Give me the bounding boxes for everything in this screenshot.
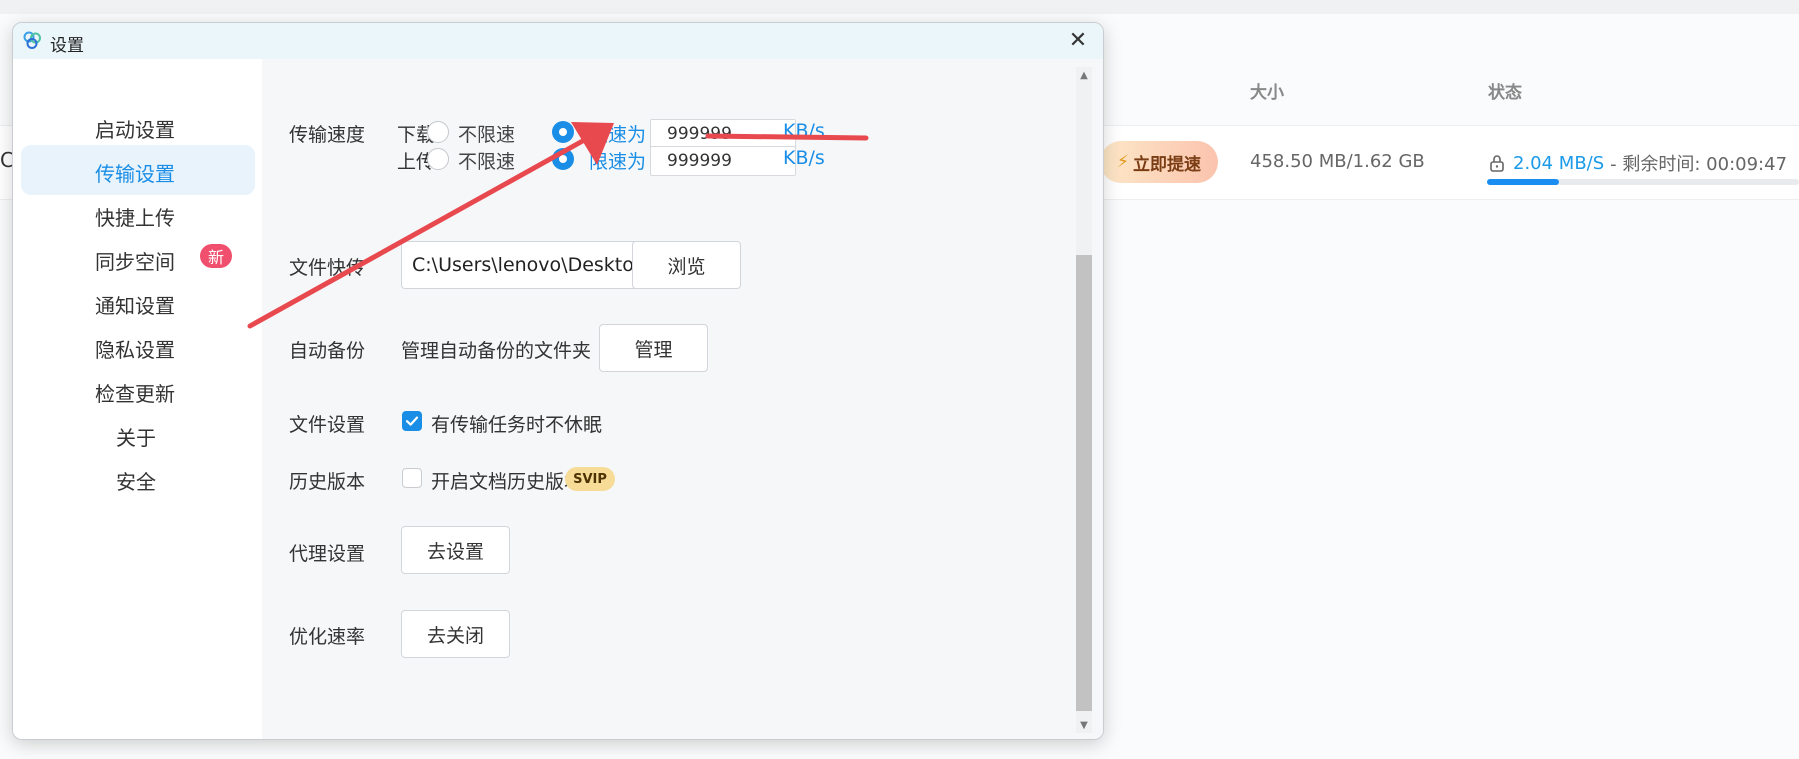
optimize-rate-label: 优化速率: [289, 626, 366, 648]
scroll-up-arrow-icon[interactable]: ▲: [1076, 67, 1092, 83]
optimize-rate-button[interactable]: 去关闭: [401, 610, 510, 658]
proxy-settings-label: 代理设置: [289, 543, 366, 565]
history-version-checkbox[interactable]: [402, 468, 422, 488]
transfer-status: 2.04 MB/S - 剩余时间: 00:09:47: [1487, 150, 1787, 176]
nav-item-notification[interactable]: 通知设置: [21, 277, 255, 327]
new-badge: 新: [200, 244, 232, 268]
download-limit-label[interactable]: 限速为: [589, 120, 646, 147]
background-top-strip: [0, 0, 1799, 14]
nav-item-privacy[interactable]: 隐私设置: [21, 321, 255, 371]
check-icon: [405, 416, 419, 426]
manage-backup-button[interactable]: 管理: [599, 324, 708, 372]
nav-item-label: 启动设置: [95, 118, 175, 142]
transfer-progress-fill: [1487, 179, 1559, 185]
transfer-speed-label: 传输速度: [289, 124, 366, 146]
lock-icon: [1490, 155, 1504, 172]
svip-badge: SVIP: [565, 467, 615, 491]
upload-limit-radio[interactable]: [552, 148, 574, 170]
nav-item-startup[interactable]: 启动设置: [21, 101, 255, 151]
history-version-enable-label[interactable]: 开启文档历史版本: [431, 467, 583, 494]
download-unit-label: KB/s: [783, 120, 825, 142]
nav-item-label: 同步空间: [95, 250, 175, 274]
nav-item-label: 关于: [116, 426, 156, 450]
file-settings-label: 文件设置: [289, 414, 366, 436]
column-header-status[interactable]: 状态: [1488, 78, 1522, 103]
dialog-title: 设置: [50, 36, 84, 56]
content-scrollbar[interactable]: ▲ ▼: [1064, 59, 1103, 739]
close-button[interactable]: ✕: [1065, 27, 1091, 53]
auto-backup-desc: 管理自动备份的文件夹: [401, 340, 592, 362]
settings-dialog: 设置 ✕ 启动设置 传输设置 快捷上传 同步空间 新 通知设置 隐私设置 检查更…: [12, 22, 1104, 740]
no-sleep-label[interactable]: 有传输任务时不休眠: [431, 410, 602, 437]
nav-item-transfer[interactable]: 传输设置: [21, 145, 255, 195]
proxy-settings-button[interactable]: 去设置: [401, 526, 510, 574]
no-sleep-checkbox[interactable]: [402, 411, 422, 431]
nav-item-sync-space[interactable]: 同步空间 新: [21, 233, 255, 283]
download-limit-radio[interactable]: [552, 121, 574, 143]
boost-now-label: 立即提速: [1132, 154, 1201, 175]
nav-item-label: 隐私设置: [95, 338, 175, 362]
upload-unlimited-label[interactable]: 不限速: [458, 147, 515, 174]
nav-item-label: 通知设置: [95, 294, 175, 318]
boost-now-button[interactable]: ⚡ 立即提速: [1100, 141, 1218, 183]
transfer-size: 458.50 MB/1.62 GB: [1250, 151, 1425, 172]
column-header-size[interactable]: 大小: [1250, 78, 1284, 103]
file-quick-label: 文件快传: [289, 257, 366, 279]
upload-unit-label: KB/s: [783, 147, 825, 169]
nav-item-label: 安全: [116, 470, 156, 494]
transfer-progress-bar: [1487, 179, 1799, 185]
nav-item-label: 快捷上传: [95, 206, 175, 230]
download-unlimited-label[interactable]: 不限速: [458, 120, 515, 147]
nav-item-about[interactable]: 关于: [21, 409, 255, 459]
nav-item-label: 检查更新: [95, 382, 175, 406]
download-limit-input[interactable]: [650, 119, 796, 149]
nav-item-quick-upload[interactable]: 快捷上传: [21, 189, 255, 239]
upload-limit-label[interactable]: 限速为: [589, 147, 646, 174]
settings-content: 传输速度 下载 上传 不限速 限速为 KB/s 不限速 限速为 KB/s 文件快…: [262, 59, 1064, 739]
settings-sidebar: 启动设置 传输设置 快捷上传 同步空间 新 通知设置 隐私设置 检查更新 关于 …: [13, 59, 262, 739]
nav-item-check-update[interactable]: 检查更新: [21, 365, 255, 415]
dialog-titlebar[interactable]: 设置 ✕: [13, 23, 1103, 59]
transfer-speed: 2.04 MB/S: [1513, 152, 1605, 174]
auto-backup-label: 自动备份: [289, 340, 366, 362]
close-icon: ✕: [1068, 27, 1088, 53]
download-unlimited-radio[interactable]: [427, 121, 449, 143]
upload-limit-input[interactable]: [650, 146, 796, 176]
lightning-icon: ⚡: [1117, 152, 1129, 172]
remaining-time: - 剩余时间: 00:09:47: [1610, 154, 1788, 175]
browse-button[interactable]: 浏览: [632, 241, 741, 289]
upload-unlimited-radio[interactable]: [427, 148, 449, 170]
app-logo-icon: [23, 31, 41, 49]
nav-item-label: 传输设置: [95, 162, 175, 186]
scrollbar-thumb[interactable]: [1076, 255, 1092, 711]
nav-item-security[interactable]: 安全: [21, 453, 255, 503]
scroll-down-arrow-icon[interactable]: ▼: [1076, 717, 1092, 733]
history-version-label: 历史版本: [289, 471, 366, 493]
